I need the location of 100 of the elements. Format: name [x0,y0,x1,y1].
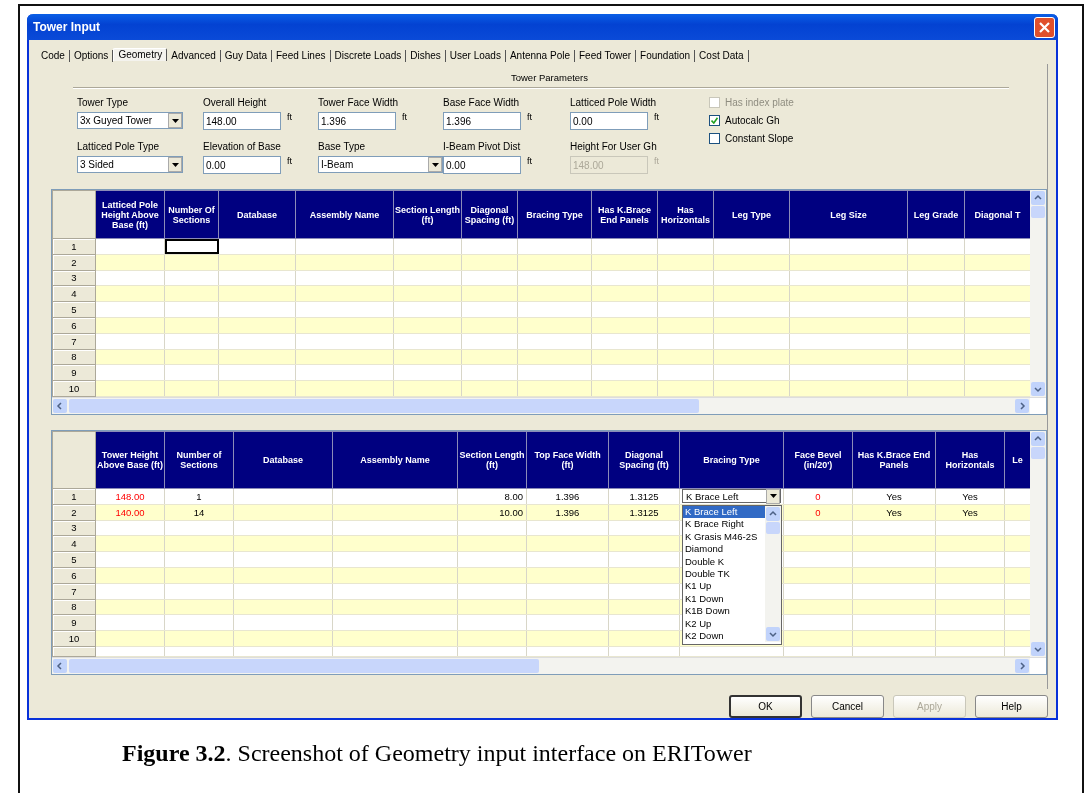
dialog-button[interactable]: OK [729,695,802,718]
focused-cell[interactable] [164,238,219,255]
unit-label: ft [287,156,292,166]
column-header[interactable]: Section Length (ft) [393,190,462,239]
dropdown-option[interactable]: Double K [683,555,765,569]
tab[interactable]: Feed Lines [272,50,331,62]
column-header[interactable]: Has Horizontals [935,431,1005,489]
column-header[interactable]: Bracing Type [679,431,784,489]
tab[interactable]: Geometry [113,48,168,61]
dropdown-option[interactable]: K2 Down [683,630,765,643]
checkbox-option[interactable]: Autocalc Gh [709,115,794,126]
checkbox[interactable] [709,115,720,126]
caret-icon [171,118,179,123]
field-label: Latticed Pole Width [570,97,658,109]
input-field[interactable]: 1.396 [318,112,396,130]
tab[interactable]: User Loads [445,50,506,62]
unit-label: ft [654,112,659,122]
combo-field[interactable]: K Brace Left [682,489,781,504]
dropdown-option[interactable]: K Brace Left [683,506,765,519]
dialog-button[interactable]: Cancel [811,695,884,718]
column-header[interactable]: Assembly Name [332,431,458,489]
tab[interactable]: Feed Tower [575,50,637,62]
field-label: Height For User Gh [570,141,658,153]
caret-icon [171,162,179,167]
column-header[interactable]: Database [233,431,333,489]
field-label: Tower Face Width [318,97,400,109]
dropdown-field[interactable]: 3x Guyed Tower [77,112,183,129]
column-header[interactable]: Database [218,190,296,239]
field-label: Elevation of Base [203,141,282,153]
column-header[interactable]: Le [1004,431,1031,489]
unit-label: ft [527,112,532,122]
tab[interactable]: Cost Data [695,50,749,62]
dropdown-option[interactable]: K2 Up [683,617,765,631]
input-field[interactable]: 0.00 [570,112,648,130]
table-cell: Yes [935,488,1005,505]
dropdown-option[interactable]: K1 Down [683,592,765,606]
column-header[interactable]: Diagonal Spacing (ft) [461,190,518,239]
column-header[interactable]: Section Length (ft) [457,431,527,489]
column-header[interactable]: Has Horizontals [657,190,714,239]
unit-label: ft [654,156,659,166]
table-cell: 0 [783,488,853,505]
input-field[interactable]: 1.396 [443,112,521,130]
column-header[interactable]: Face Bevel (in/20') [783,431,853,489]
table-cell: 1.3125 [608,488,680,505]
figure-caption: Figure 3.2. Screenshot of Geometry input interface on ERITower [121,739,753,767]
column-header[interactable]: Tower Height Above Base (ft) [95,431,165,489]
close-button[interactable] [1034,16,1055,38]
column-header[interactable]: Has K.Brace End Panels [591,190,658,239]
field-label: Base Type [318,141,367,153]
input-field[interactable]: 0.00 [443,156,521,174]
field-label: Tower Type [77,97,129,109]
tab[interactable]: Guy Data [220,50,272,62]
table-cell: Yes [852,488,936,505]
tab[interactable]: Foundation [636,50,696,62]
field-label: Base Face Width [443,97,521,109]
window-title: Tower Input [33,20,101,34]
field-label: Overall Height [203,97,268,109]
column-header[interactable]: Latticed Pole Height Above Base (ft) [95,190,165,239]
tab[interactable]: Code [37,50,70,62]
dropdown-field[interactable]: I-Beam [318,156,443,173]
dropdown-option[interactable]: Diamond [683,543,765,556]
column-header[interactable]: Bracing Type [517,190,592,239]
check-icon [711,117,718,124]
tab[interactable]: Antenna Pole [505,50,575,62]
field-label: Latticed Pole Type [77,141,161,153]
checkbox-option[interactable]: Constant Slope [709,133,794,144]
table-cell: 1 [164,488,234,505]
dropdown-option[interactable]: Double TK [683,568,765,581]
column-header[interactable]: Number of Sections [164,431,234,489]
caret-icon [769,494,777,499]
column-header[interactable]: Has K.Brace End Panels [852,431,936,489]
column-header[interactable]: Leg Grade [907,190,965,239]
table-cell: 1.396 [526,488,609,505]
tab[interactable]: Dishes [406,50,446,62]
checkbox[interactable] [709,133,720,144]
column-header[interactable]: Assembly Name [295,190,394,239]
table-cell: 148.00 [95,488,165,505]
table-cell: 8.00 [457,488,527,505]
section-title: Tower Parameters [509,71,590,85]
dropdown-option[interactable]: K Grasis M46-2S [683,530,765,544]
tab[interactable]: Advanced [167,50,221,62]
input-field[interactable]: 0.00 [203,156,281,174]
column-header[interactable]: Leg Size [789,190,908,239]
caret-icon [431,162,439,167]
dialog-button[interactable]: Help [975,695,1048,718]
corner-cell [52,190,96,239]
dropdown-option[interactable]: K Brace Right [683,518,765,531]
column-header[interactable]: Leg Type [713,190,790,239]
dropdown-option[interactable]: K1 Up [683,580,765,593]
dropdown-option[interactable]: K1B Down [683,605,765,618]
dropdown-field[interactable]: 3 Sided [77,156,183,173]
tab[interactable]: Discrete Loads [330,50,407,62]
input-field[interactable]: 148.00 [203,112,281,130]
corner-cell [52,431,96,489]
unit-label: ft [402,112,407,122]
column-header[interactable]: Diagonal Spacing (ft) [608,431,680,489]
unit-label: ft [527,156,532,166]
column-header[interactable]: Top Face Width (ft) [526,431,609,489]
column-header[interactable]: Diagonal T [964,190,1031,239]
column-header[interactable]: Number Of Sections [164,190,219,239]
